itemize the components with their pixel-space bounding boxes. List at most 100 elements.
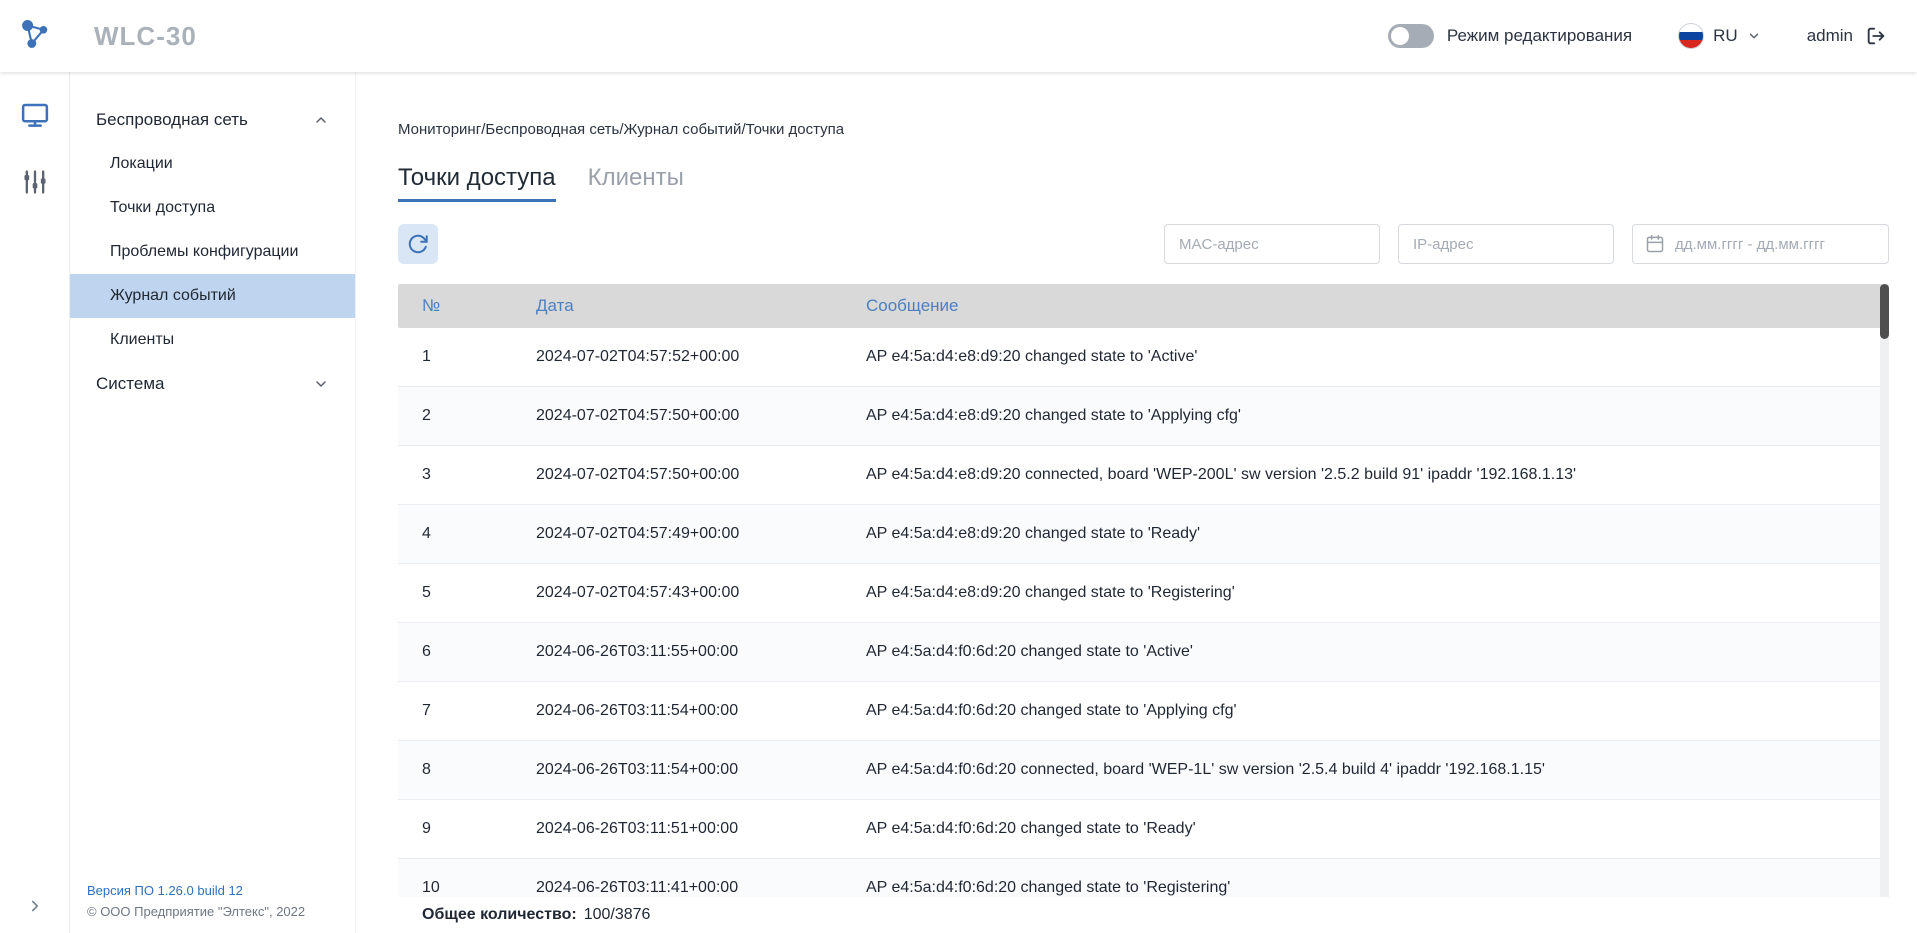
table-row: 7 2024-06-26T03:11:54+00:00 AP e4:5a:d4:…: [398, 682, 1889, 741]
row-number: 9: [398, 820, 536, 838]
logo: [0, 16, 70, 57]
firmware-version-link[interactable]: Версия ПО 1.26.0 build 12: [87, 883, 305, 898]
table-scrollbar[interactable]: [1880, 284, 1889, 918]
table-row: 9 2024-06-26T03:11:51+00:00 AP e4:5a:d4:…: [398, 800, 1889, 859]
logout-button[interactable]: [1865, 25, 1887, 47]
row-message: AP e4:5a:d4:f0:6d:20 changed state to 'R…: [866, 820, 1889, 838]
sidebar-group-system[interactable]: Система: [70, 362, 355, 406]
user-menu: admin: [1807, 25, 1887, 47]
tab-clients[interactable]: Клиенты: [588, 164, 684, 202]
events-table: № Дата Сообщение 1 2024-07-02T04:57:52+0…: [398, 284, 1889, 918]
monitor-icon: [20, 100, 50, 130]
mac-address-filter-input[interactable]: [1164, 224, 1380, 264]
column-header-date: Дата: [536, 296, 866, 316]
table-body: 1 2024-07-02T04:57:52+00:00 AP e4:5a:d4:…: [398, 328, 1889, 918]
scrollbar-thumb[interactable]: [1880, 284, 1889, 339]
topbar-actions: Режим редактирования RU admin: [1388, 23, 1917, 49]
sidebar-item[interactable]: Точки доступа: [70, 186, 355, 230]
row-number: 6: [398, 643, 536, 661]
eltex-logo-icon: [17, 16, 53, 57]
table-row: 5 2024-07-02T04:57:43+00:00 AP e4:5a:d4:…: [398, 564, 1889, 623]
row-date: 2024-07-02T04:57:49+00:00: [536, 525, 866, 543]
logout-icon: [1865, 25, 1887, 47]
row-number: 5: [398, 584, 536, 602]
tabs: Точки доступа Клиенты: [398, 164, 1889, 202]
tab-access-points[interactable]: Точки доступа: [398, 164, 556, 202]
chevron-down-icon: [1747, 29, 1761, 43]
row-message: AP e4:5a:d4:e8:d9:20 changed state to 'R…: [866, 525, 1889, 543]
chevron-up-icon: [313, 112, 329, 128]
sliders-icon: [21, 168, 49, 196]
row-message: AP e4:5a:d4:e8:d9:20 changed state to 'R…: [866, 584, 1889, 602]
sidebar-item[interactable]: Клиенты: [70, 318, 355, 362]
username: admin: [1807, 26, 1853, 46]
row-number: 8: [398, 761, 536, 779]
row-date: 2024-06-26T03:11:55+00:00: [536, 643, 866, 661]
row-date: 2024-07-02T04:57:50+00:00: [536, 466, 866, 484]
rail-item-settings[interactable]: [0, 168, 69, 196]
toolbar: [398, 224, 1889, 264]
sidebar: Беспроводная сеть Локации Точки доступа …: [70, 72, 356, 933]
sidebar-group-label: Система: [96, 374, 164, 394]
chevron-down-icon: [313, 376, 329, 392]
toggle-knob: [1391, 27, 1409, 45]
row-date: 2024-06-26T03:11:41+00:00: [536, 879, 866, 897]
sidebar-item[interactable]: Журнал событий: [70, 274, 355, 318]
row-number: 2: [398, 407, 536, 425]
row-date: 2024-07-02T04:57:52+00:00: [536, 348, 866, 366]
page-title: WLC-30: [94, 21, 197, 52]
app-window: WLC-30 Режим редактирования RU admin: [0, 0, 1917, 933]
column-header-number: №: [398, 296, 536, 316]
page-body: Беспроводная сеть Локации Точки доступа …: [0, 72, 1917, 933]
date-range-filter[interactable]: [1632, 224, 1889, 264]
table-row: 2 2024-07-02T04:57:50+00:00 AP e4:5a:d4:…: [398, 387, 1889, 446]
calendar-icon: [1645, 234, 1665, 254]
row-date: 2024-07-02T04:57:43+00:00: [536, 584, 866, 602]
copyright: © ООО Предприятие "Элтекс", 2022: [87, 904, 305, 919]
sidebar-item[interactable]: Проблемы конфигурации: [70, 230, 355, 274]
row-message: AP e4:5a:d4:e8:d9:20 changed state to 'A…: [866, 348, 1889, 366]
ip-address-filter-input[interactable]: [1398, 224, 1614, 264]
language-selector[interactable]: RU: [1678, 23, 1761, 49]
edit-mode-toggle[interactable]: [1388, 24, 1434, 48]
sidebar-group-label: Беспроводная сеть: [96, 110, 248, 130]
row-message: AP e4:5a:d4:f0:6d:20 connected, board 'W…: [866, 761, 1889, 779]
topbar: WLC-30 Режим редактирования RU admin: [0, 0, 1917, 72]
edit-mode-label: Режим редактирования: [1447, 26, 1632, 46]
total-count-label: Общее количество:: [422, 906, 577, 924]
row-message: AP e4:5a:d4:f0:6d:20 changed state to 'R…: [866, 879, 1889, 897]
sidebar-item-label: Журнал событий: [110, 287, 236, 304]
icon-rail: [0, 72, 70, 933]
sidebar-item-label: Точки доступа: [110, 199, 215, 216]
row-message: AP e4:5a:d4:f0:6d:20 changed state to 'A…: [866, 643, 1889, 661]
sidebar-expand-button[interactable]: [0, 897, 69, 915]
refresh-button[interactable]: [398, 224, 438, 264]
row-message: AP e4:5a:d4:f0:6d:20 changed state to 'A…: [866, 702, 1889, 720]
rail-item-monitoring[interactable]: [0, 100, 69, 130]
row-date: 2024-06-26T03:11:51+00:00: [536, 820, 866, 838]
date-range-input[interactable]: [1675, 236, 1876, 253]
table-row: 1 2024-07-02T04:57:52+00:00 AP e4:5a:d4:…: [398, 328, 1889, 387]
row-number: 3: [398, 466, 536, 484]
edit-mode-toggle-group: Режим редактирования: [1388, 24, 1632, 48]
row-number: 1: [398, 348, 536, 366]
table-row: 6 2024-06-26T03:11:55+00:00 AP e4:5a:d4:…: [398, 623, 1889, 682]
total-count-value: 100/3876: [584, 906, 651, 924]
language-code: RU: [1713, 26, 1738, 46]
table-row: 4 2024-07-02T04:57:49+00:00 AP e4:5a:d4:…: [398, 505, 1889, 564]
filters: [1164, 224, 1889, 264]
main-content: Мониторинг/Беспроводная сеть/Журнал собы…: [356, 72, 1917, 933]
column-header-message: Сообщение: [866, 296, 1889, 316]
russian-flag-icon: [1678, 23, 1704, 49]
row-date: 2024-06-26T03:11:54+00:00: [536, 761, 866, 779]
total-count: Общее количество: 100/3876: [398, 897, 1889, 933]
chevron-right-icon: [26, 897, 44, 915]
table-row: 3 2024-07-02T04:57:50+00:00 AP e4:5a:d4:…: [398, 446, 1889, 505]
row-number: 7: [398, 702, 536, 720]
sidebar-item[interactable]: Локации: [70, 142, 355, 186]
sidebar-group-wireless[interactable]: Беспроводная сеть: [70, 98, 355, 142]
sidebar-item-label: Локации: [110, 155, 173, 172]
row-date: 2024-06-26T03:11:54+00:00: [536, 702, 866, 720]
row-message: AP e4:5a:d4:e8:d9:20 connected, board 'W…: [866, 466, 1889, 484]
row-number: 10: [398, 879, 536, 897]
